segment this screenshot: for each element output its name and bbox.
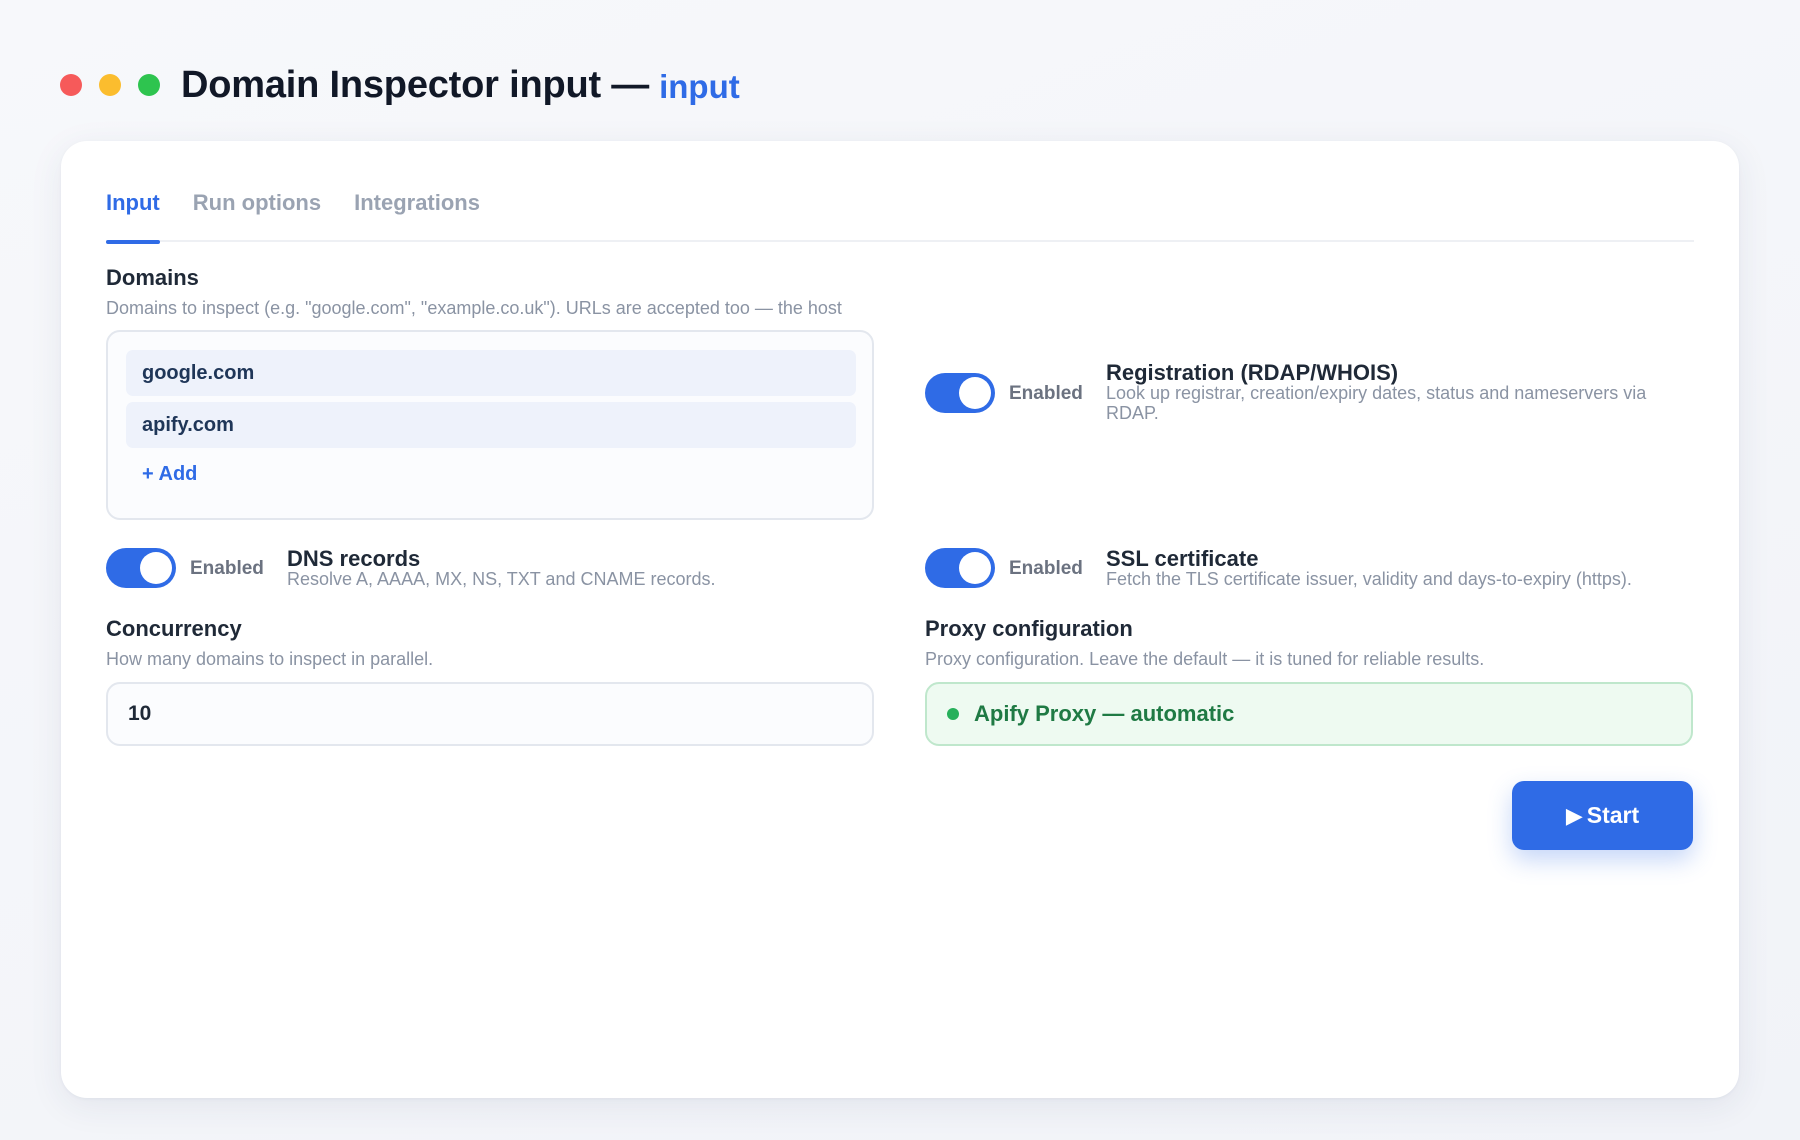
domains-label: Domains	[106, 265, 199, 290]
proxy-select[interactable]: Apify Proxy — automatic	[925, 682, 1693, 746]
close-window-button[interactable]	[60, 74, 82, 96]
play-icon: ▶	[1565, 802, 1583, 828]
dns-desc: Resolve A, AAAA, MX, NS, TXT and CNAME r…	[287, 569, 716, 589]
input-card: Input Run options Integrations Domains D…	[61, 141, 1739, 1098]
proxy-label: Proxy configuration	[925, 616, 1133, 641]
concurrency-help: How many domains to inspect in parallel.	[106, 649, 434, 669]
concurrency-input[interactable]: 10	[106, 682, 874, 746]
ssl-state: Enabled	[1009, 558, 1083, 579]
title-bar: Domain Inspector input — input	[60, 60, 740, 110]
registration-desc: Look up registrar, creation/expiry dates…	[1106, 383, 1647, 423]
toggle-knob	[959, 552, 991, 584]
minimize-window-button[interactable]	[99, 74, 121, 96]
add-domain-button[interactable]: + Add	[142, 463, 197, 486]
tab-integrations[interactable]: Integrations	[354, 175, 480, 242]
registration-state: Enabled	[1009, 383, 1083, 404]
tab-input[interactable]: Input	[106, 175, 160, 244]
domains-help: Domains to inspect (e.g. "google.com", "…	[106, 298, 842, 318]
toggle-knob	[959, 377, 991, 409]
domain-item-google[interactable]: google.com	[126, 350, 856, 396]
registration-toggle[interactable]	[925, 373, 995, 413]
start-button-label: Start	[1586, 802, 1640, 828]
domains-list: google.com apify.com + Add	[106, 330, 874, 520]
tab-bar: Input Run options Integrations	[106, 175, 1694, 244]
ssl-toggle[interactable]	[925, 548, 995, 588]
proxy-help: Proxy configuration. Leave the default —…	[925, 649, 1485, 669]
dns-toggle[interactable]	[106, 548, 176, 588]
start-button[interactable]: ▶ Start	[1512, 781, 1693, 850]
domain-item-apify[interactable]: apify.com	[126, 402, 856, 448]
maximize-window-button[interactable]	[138, 74, 160, 96]
proxy-value: Apify Proxy — automatic	[974, 701, 1235, 726]
concurrency-label: Concurrency	[106, 616, 242, 641]
tab-run-options[interactable]: Run options	[193, 175, 321, 242]
status-dot-icon	[947, 708, 959, 720]
page-title: Domain Inspector input —	[181, 63, 650, 106]
toggle-knob	[140, 552, 172, 584]
dns-state: Enabled	[190, 558, 264, 579]
page-title-suffix: input	[659, 68, 740, 105]
ssl-desc: Fetch the TLS certificate issuer, validi…	[1106, 569, 1632, 589]
